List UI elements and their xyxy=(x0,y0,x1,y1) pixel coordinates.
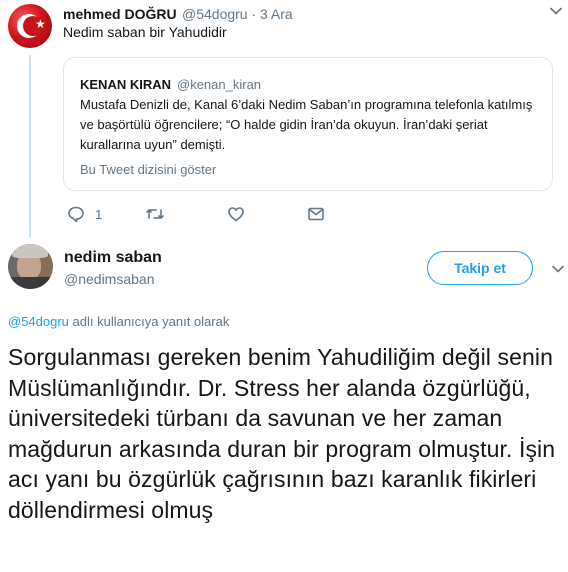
quoted-tweet-card[interactable]: KENAN KIRAN @kenan_kiran Mustafa Denizli… xyxy=(63,57,553,191)
author-display-name[interactable]: nedim saban xyxy=(64,249,162,267)
chevron-down-icon[interactable] xyxy=(551,262,565,276)
show-thread-link[interactable]: Bu Tweet dizisini göster xyxy=(80,162,216,177)
heart-icon xyxy=(227,205,245,223)
direct-message-button[interactable] xyxy=(307,204,325,224)
avatar-mehmed[interactable]: ★ xyxy=(8,4,52,48)
avatar-nedim[interactable] xyxy=(8,244,53,289)
author-handle[interactable]: @nedimsaban xyxy=(64,271,155,287)
envelope-icon xyxy=(307,205,325,223)
star-icon: ★ xyxy=(35,17,46,31)
retweet-icon xyxy=(145,205,165,223)
reply-button[interactable]: 1 xyxy=(67,204,102,224)
like-button[interactable] xyxy=(227,204,245,224)
follow-button[interactable]: Takip et xyxy=(427,251,533,285)
reply-count: 1 xyxy=(95,206,103,222)
author-display-name[interactable]: mehmed DOĞRU xyxy=(63,6,177,22)
avatar-hair xyxy=(12,244,48,258)
replying-to-line: @54dogru adlı kullanıcıya yanıt olarak xyxy=(8,314,229,329)
tweet-text: Sorgulanması gereken benim Yahudiliğim d… xyxy=(8,344,556,523)
quoted-author-name: KENAN KIRAN xyxy=(80,77,171,92)
tweet-text: Nedim saban bir Yahudidir xyxy=(63,24,227,40)
retweet-button[interactable] xyxy=(145,204,165,224)
thread-connector-line xyxy=(29,55,31,238)
author-handle-time[interactable]: @54dogru · 3 Ara xyxy=(182,6,293,22)
chevron-down-icon[interactable] xyxy=(549,4,563,18)
quoted-tweet-text: Mustafa Denizli de, Kanal 6’daki Nedim S… xyxy=(80,97,533,152)
avatar-shirt xyxy=(8,277,53,289)
reply-icon xyxy=(67,205,85,223)
mention-link[interactable]: @54dogru xyxy=(8,314,69,329)
quoted-author-handle: @kenan_kiran xyxy=(177,77,262,92)
replying-to-text: adlı kullanıcıya yanıt olarak xyxy=(68,314,230,329)
